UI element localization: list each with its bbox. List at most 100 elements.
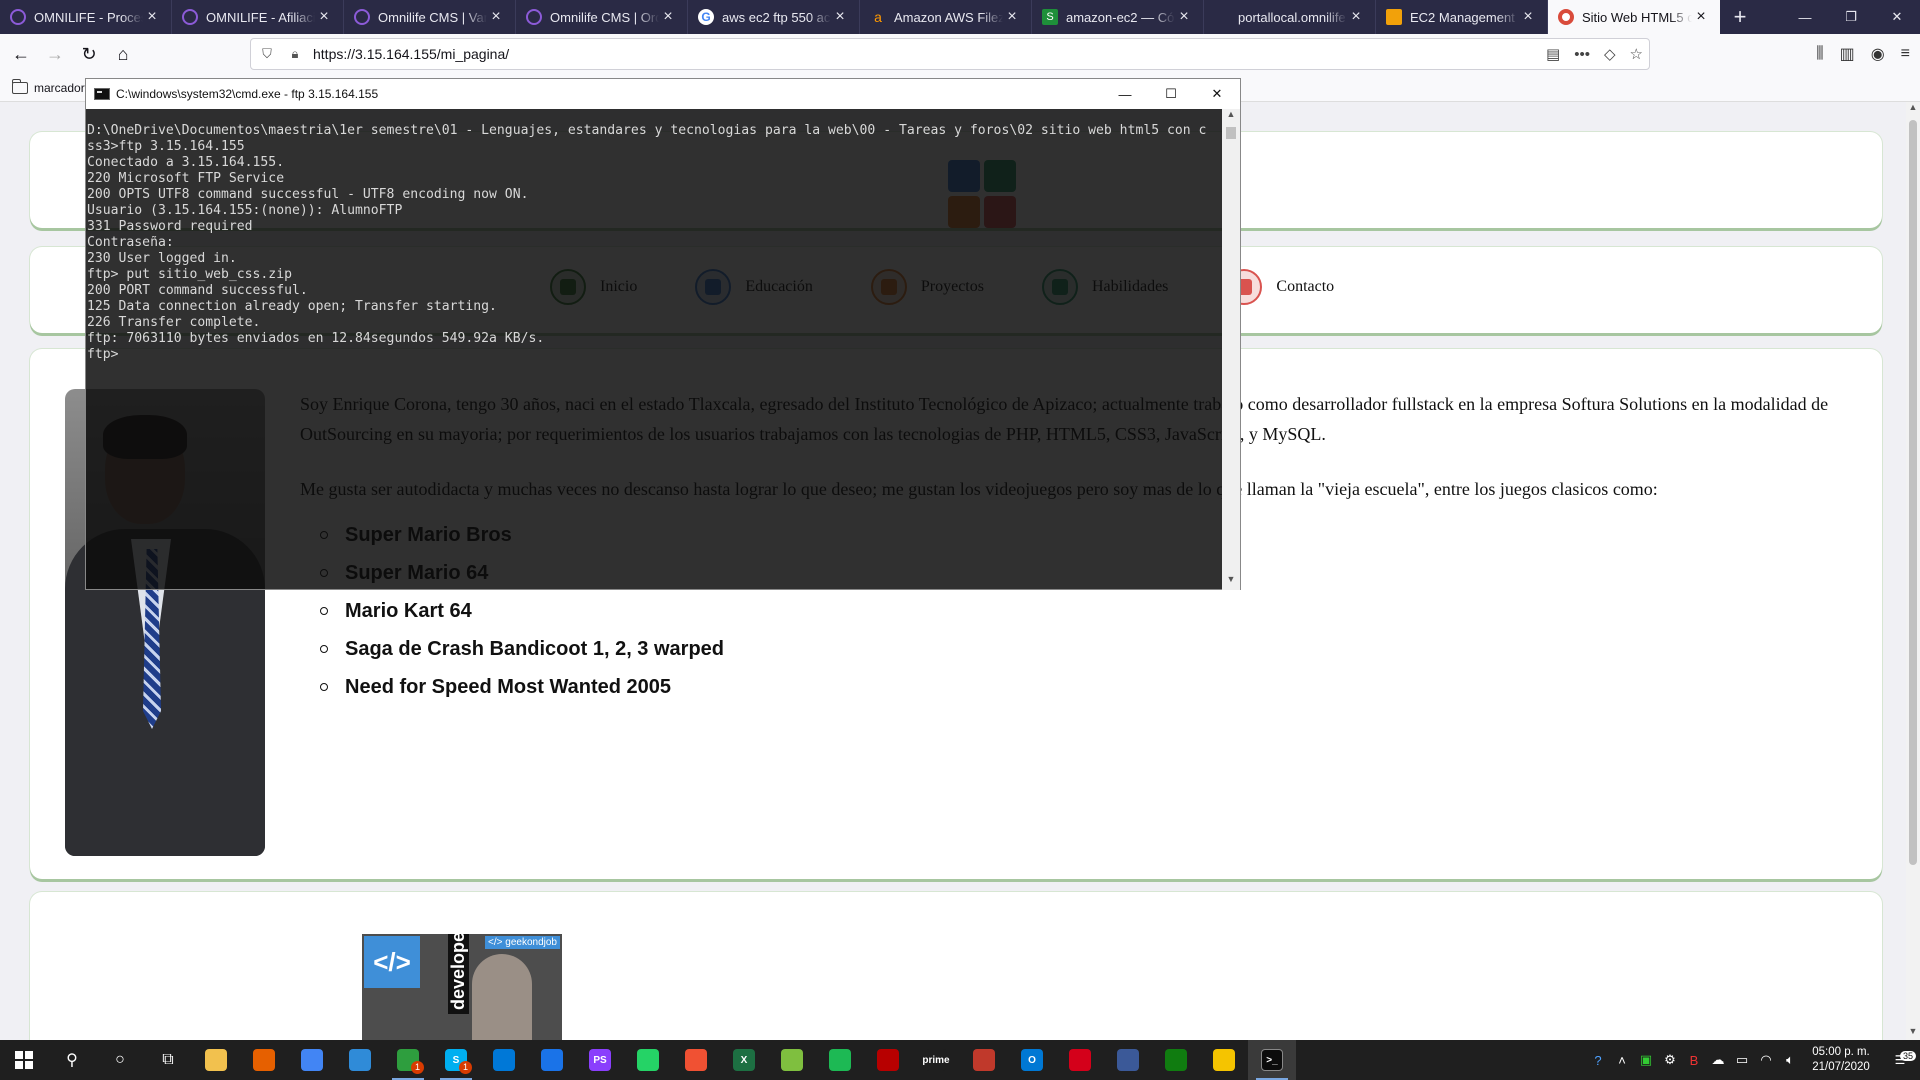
tab-close-icon[interactable]: × — [315, 8, 333, 26]
tab-close-icon[interactable]: × — [659, 8, 677, 26]
cmd-maximize-button[interactable]: ☐ — [1148, 79, 1194, 109]
taskbar-excel[interactable]: X — [720, 1040, 768, 1080]
cmd-scrollbar-thumb[interactable] — [1226, 127, 1236, 139]
taskbar-app-red[interactable] — [960, 1040, 1008, 1080]
tab-close-icon[interactable]: × — [143, 8, 161, 26]
onedrive-icon[interactable]: ☁ — [1706, 1052, 1730, 1068]
url-text[interactable]: https://3.15.164.155/mi_pagina/ — [313, 46, 509, 62]
clock[interactable]: 05:00 p. m. 21/07/2020 — [1802, 1045, 1880, 1075]
clock-date: 21/07/2020 — [1812, 1061, 1870, 1073]
taskbar-mail[interactable] — [528, 1040, 576, 1080]
tab-close-icon[interactable]: × — [1003, 8, 1021, 26]
taskbar-app-green[interactable]: 1 — [384, 1040, 432, 1080]
page-actions-icon[interactable]: ••• — [1574, 46, 1590, 63]
cmd-titlebar[interactable]: C:\windows\system32\cmd.exe - ftp 3.15.1… — [86, 79, 1240, 109]
cmd-title: C:\windows\system32\cmd.exe - ftp 3.15.1… — [116, 87, 379, 101]
taskbar-firefox[interactable] — [240, 1040, 288, 1080]
lock-icon[interactable]: 🔒︎ — [283, 46, 307, 62]
battery-icon[interactable]: ▭ — [1730, 1052, 1754, 1068]
browser-tab[interactable]: OMNILIFE - Proceso × — [0, 0, 172, 34]
taskbar-acrobat[interactable] — [1056, 1040, 1104, 1080]
browser-tab[interactable]: portallocal.omnilife.com× — [1204, 0, 1376, 34]
cmd-scrollbar[interactable]: ▲ ▼ — [1222, 109, 1240, 590]
taskbar-file-explorer[interactable] — [192, 1040, 240, 1080]
tab-close-icon[interactable]: × — [1519, 8, 1537, 26]
cmd-line: ftp> — [87, 347, 119, 362]
task-view-button[interactable]: ⧉ — [144, 1040, 192, 1080]
browser-tab[interactable]: Sitio Web HTML5 co × — [1548, 0, 1720, 34]
tray-red-icon[interactable]: B — [1682, 1053, 1706, 1068]
cmd-line: Usuario (3.15.164.155:(none)): AlumnoFTP — [87, 203, 403, 218]
browser-tab[interactable]: a Amazon AWS Filezill × — [860, 0, 1032, 34]
reload-button[interactable]: ↻ — [72, 38, 106, 70]
help-icon[interactable]: ? — [1586, 1053, 1610, 1068]
taskbar-edge[interactable] — [336, 1040, 384, 1080]
tray-app-icon[interactable]: ▣ — [1634, 1052, 1658, 1068]
restore-button[interactable]: ❐ — [1828, 0, 1874, 34]
browser-tab[interactable]: Omnilife CMS | Vars × — [344, 0, 516, 34]
library-icon[interactable]: ⫼ — [1816, 45, 1823, 63]
taskbar-xbox[interactable] — [1152, 1040, 1200, 1080]
browser-tab[interactable]: EC2 Management Co× — [1376, 0, 1548, 34]
notification-center-button[interactable]: ☰ 35 — [1880, 1051, 1920, 1067]
search-button[interactable]: ⚲ — [48, 1040, 96, 1080]
sidebar-icon[interactable]: ▥ — [1840, 44, 1855, 64]
tab-close-icon[interactable]: × — [831, 8, 849, 26]
taskbar-git[interactable] — [672, 1040, 720, 1080]
taskbar-app-blue[interactable] — [1104, 1040, 1152, 1080]
back-button[interactable]: ← — [4, 38, 38, 70]
cmd-output[interactable]: D:\OneDrive\Documentos\maestria\1er seme… — [86, 109, 1222, 590]
start-button[interactable] — [0, 1040, 48, 1080]
tab-title: aws ec2 ftp 550 acce — [722, 9, 831, 25]
cmd-minimize-button[interactable]: — — [1102, 79, 1148, 109]
taskbar-skype[interactable]: S1 — [432, 1040, 480, 1080]
reader-view-icon[interactable]: ▤ — [1546, 45, 1560, 63]
home-button[interactable]: ⌂ — [106, 38, 140, 70]
minimize-button[interactable]: — — [1782, 0, 1828, 34]
cmd-scroll-down-icon[interactable]: ▼ — [1222, 574, 1240, 590]
taskbar-phpstorm[interactable]: PS — [576, 1040, 624, 1080]
taskbar-filezilla[interactable] — [864, 1040, 912, 1080]
browser-tab[interactable]: Omnilife CMS | Orde × — [516, 0, 688, 34]
scroll-up-icon[interactable]: ▲ — [1906, 102, 1920, 116]
settings-gear-icon[interactable]: ⚙ — [1658, 1052, 1682, 1068]
new-tab-button[interactable]: + — [1720, 0, 1760, 34]
taskbar-spotify[interactable] — [816, 1040, 864, 1080]
volume-icon[interactable]: 🔈︎ — [1778, 1052, 1802, 1068]
scroll-down-icon[interactable]: ▼ — [1906, 1026, 1920, 1040]
browser-tab[interactable]: Gaws ec2 ftp 550 acce× — [688, 0, 860, 34]
page-scrollbar[interactable]: ▲ ▼ — [1906, 102, 1920, 1040]
cmd-close-button[interactable]: ✕ — [1194, 79, 1240, 109]
cmd-scroll-up-icon[interactable]: ▲ — [1222, 109, 1240, 125]
taskbar-chrome[interactable] — [288, 1040, 336, 1080]
cortana-button[interactable]: ○ — [96, 1040, 144, 1080]
taskbar-app-whatsapp[interactable] — [624, 1040, 672, 1080]
taskbar-outlook[interactable]: O — [1008, 1040, 1056, 1080]
account-icon[interactable]: ◉ — [1871, 44, 1885, 64]
shield-icon[interactable]: ⛉ — [255, 46, 279, 62]
taskbar-store[interactable] — [480, 1040, 528, 1080]
taskbar-notepad[interactable] — [768, 1040, 816, 1080]
menu-item-contacto[interactable]: Contacto — [1226, 269, 1334, 305]
cmd-line: 200 PORT command successful. — [87, 283, 308, 298]
tab-close-icon[interactable]: × — [487, 8, 505, 26]
menu-icon[interactable]: ≡ — [1901, 45, 1910, 63]
tray-chevron-icon[interactable]: ˄ — [1610, 1053, 1634, 1068]
wifi-icon[interactable]: ◠ — [1754, 1052, 1778, 1068]
tab-close-icon[interactable]: × — [1692, 8, 1710, 26]
taskbar-prime-video[interactable]: prime — [912, 1040, 960, 1080]
cmd-window[interactable]: C:\windows\system32\cmd.exe - ftp 3.15.1… — [85, 78, 1241, 590]
close-button[interactable]: ✕ — [1874, 0, 1920, 34]
browser-tab[interactable]: Samazon-ec2 — Cóm × — [1032, 0, 1204, 34]
forward-button[interactable]: → — [38, 38, 72, 70]
taskbar-app-yellow[interactable] — [1200, 1040, 1248, 1080]
taskbar-cmd[interactable]: >_ — [1248, 1040, 1296, 1080]
bookmark-star-icon[interactable]: ☆ — [1630, 45, 1643, 63]
scrollbar-thumb[interactable] — [1909, 120, 1917, 865]
tab-close-icon[interactable]: × — [1347, 8, 1365, 26]
tabs-container: OMNILIFE - Proceso×OMNILIFE - Afiliación… — [0, 0, 1720, 34]
url-bar[interactable]: ⛉ 🔒︎ https://3.15.164.155/mi_pagina/ ▤ •… — [250, 38, 1650, 70]
tab-close-icon[interactable]: × — [1175, 8, 1193, 26]
pocket-icon[interactable]: ◇ — [1604, 45, 1616, 63]
browser-tab[interactable]: OMNILIFE - Afiliación× — [172, 0, 344, 34]
